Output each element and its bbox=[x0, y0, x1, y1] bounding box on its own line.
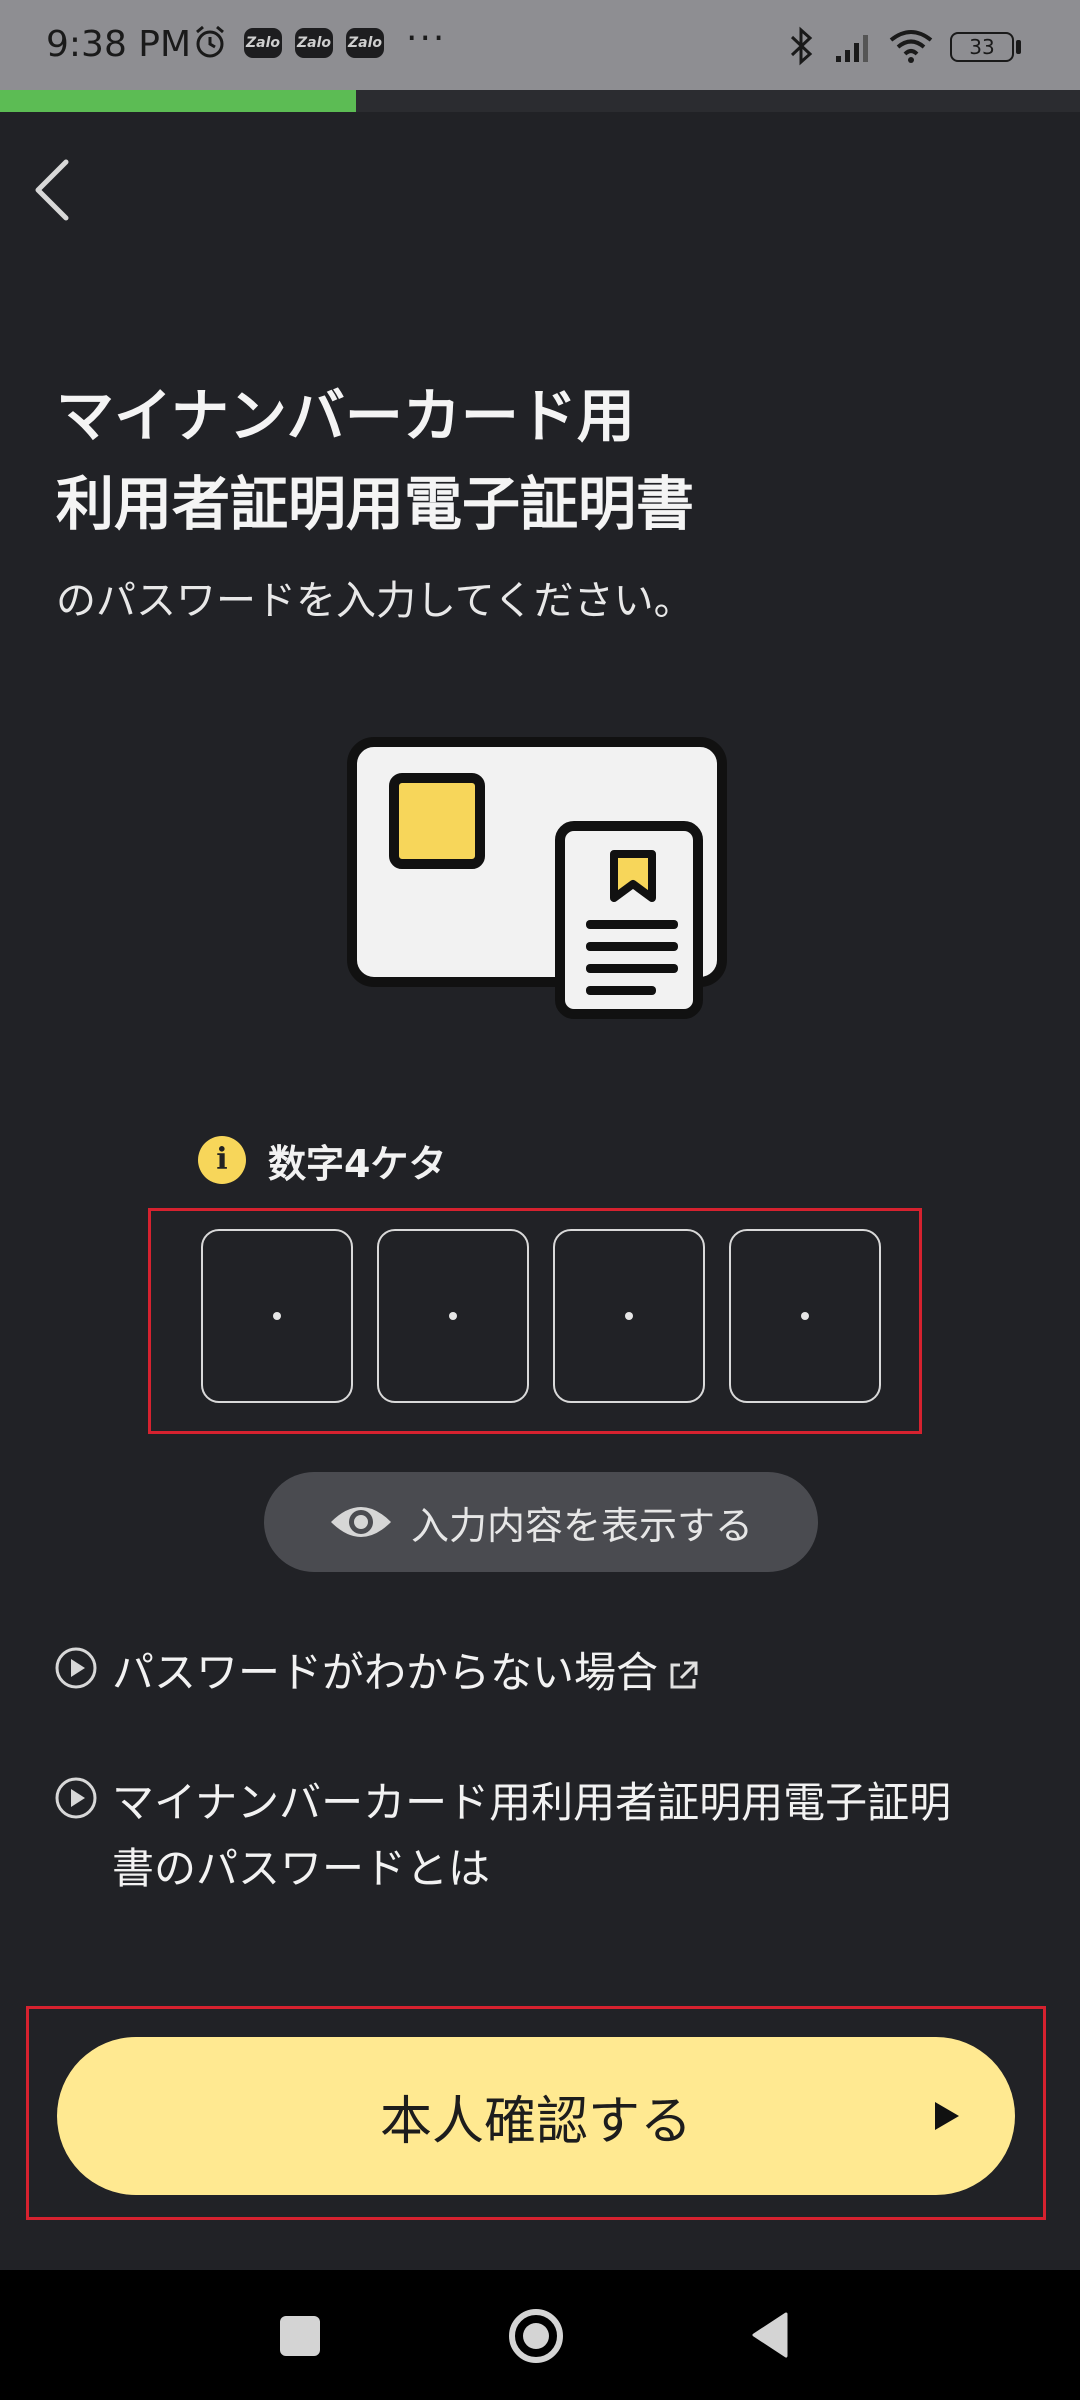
forgot-password-link[interactable]: パスワードがわからない場合 bbox=[54, 1640, 700, 1706]
pin-placeholder-dot bbox=[625, 1312, 633, 1320]
pin-hint: i 数字4ケタ bbox=[198, 1132, 446, 1188]
zalo-notification-icon: Zalo bbox=[295, 28, 333, 58]
battery-tip bbox=[1016, 40, 1021, 54]
pin-digit-2[interactable] bbox=[377, 1229, 529, 1403]
id-card-with-certificate-icon bbox=[347, 737, 727, 1019]
zalo-notification-icon: Zalo bbox=[346, 28, 384, 58]
recents-square-icon[interactable] bbox=[280, 2316, 320, 2356]
battery-icon: 33 bbox=[950, 32, 1014, 62]
back-button[interactable] bbox=[26, 150, 86, 230]
more-notifications: ··· bbox=[406, 18, 447, 59]
progress-fill bbox=[0, 90, 357, 112]
forgot-password-text: パスワードがわからない場合 bbox=[112, 1648, 659, 1697]
home-circle-icon[interactable] bbox=[508, 2308, 564, 2364]
zalo-notification-icon: Zalo bbox=[244, 28, 282, 58]
battery-level: 33 bbox=[969, 35, 995, 59]
back-triangle-icon[interactable] bbox=[750, 2310, 790, 2360]
pin-digit-4[interactable] bbox=[729, 1229, 881, 1403]
progress-bar bbox=[0, 90, 1080, 112]
pin-input-group bbox=[148, 1208, 922, 1434]
pin-placeholder-dot bbox=[801, 1312, 809, 1320]
info-icon: i bbox=[198, 1136, 246, 1184]
password-explanation-link[interactable]: マイナンバーカード用利用者証明用電子証明 書のパスワードとは bbox=[54, 1770, 951, 1902]
status-bar: 9:38 PM Zalo Zalo Zalo ··· 33 bbox=[0, 0, 1080, 90]
submit-area: 本人確認する bbox=[26, 2006, 1046, 2220]
title-line-2: 利用者証明用電子証明書 bbox=[56, 470, 695, 538]
play-circle-icon bbox=[55, 1647, 97, 1689]
wifi-icon bbox=[889, 30, 933, 63]
external-link-icon bbox=[670, 1661, 698, 1688]
pin-digit-3[interactable] bbox=[553, 1229, 705, 1403]
pin-digit-1[interactable] bbox=[201, 1229, 353, 1403]
page-title: マイナンバーカード用 利用者証明用電子証明書 bbox=[56, 372, 694, 548]
alarm-icon bbox=[196, 25, 224, 58]
verify-identity-button[interactable]: 本人確認する bbox=[57, 2037, 1015, 2195]
signal-icon bbox=[836, 35, 868, 62]
system-nav-bar bbox=[0, 2270, 1080, 2400]
password-explanation-line-1: マイナンバーカード用利用者証明用電子証明 bbox=[112, 1778, 952, 1827]
play-arrow-icon bbox=[935, 2102, 959, 2130]
eye-icon bbox=[330, 1507, 391, 1537]
bluetooth-icon bbox=[790, 26, 813, 66]
pin-placeholder-dot bbox=[273, 1312, 281, 1320]
show-input-label: 入力内容を表示する bbox=[410, 1503, 753, 1548]
password-explanation-line-2: 書のパスワードとは bbox=[112, 1844, 491, 1893]
chevron-left-icon bbox=[35, 159, 69, 221]
pin-hint-text: 数字4ケタ bbox=[268, 1141, 447, 1186]
page-subtitle: のパスワードを入力してください。 bbox=[56, 578, 694, 624]
status-time: 9:38 PM bbox=[46, 24, 192, 65]
show-input-toggle[interactable]: 入力内容を表示する bbox=[264, 1472, 818, 1572]
pin-placeholder-dot bbox=[449, 1312, 457, 1320]
play-circle-icon bbox=[55, 1777, 97, 1819]
title-line-1: マイナンバーカード用 bbox=[56, 382, 635, 450]
verify-identity-label: 本人確認する bbox=[379, 2091, 692, 2152]
